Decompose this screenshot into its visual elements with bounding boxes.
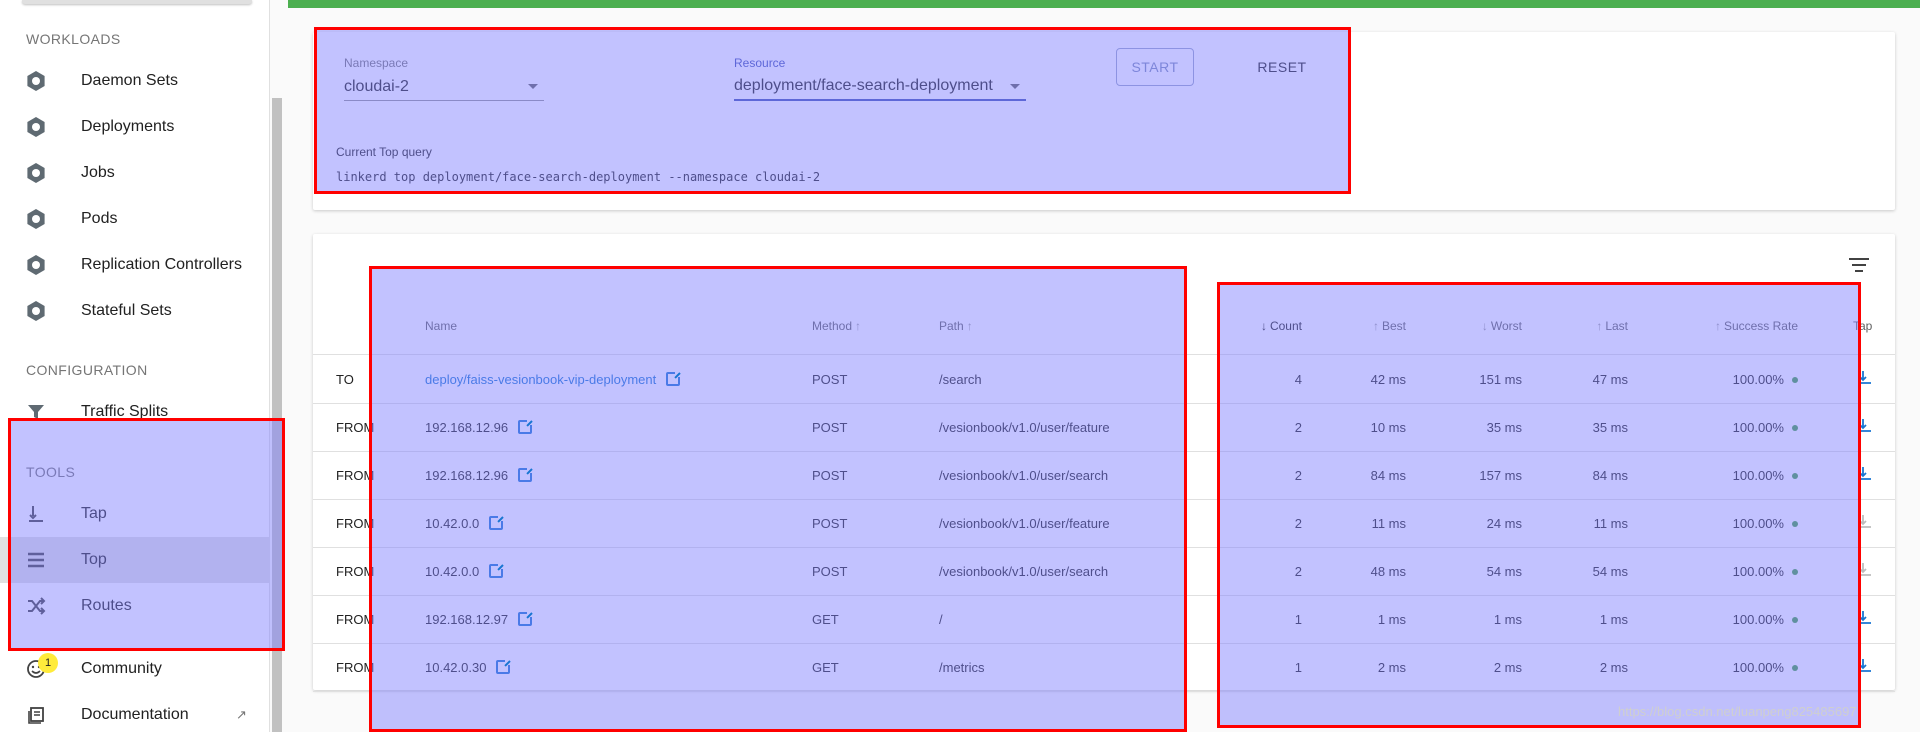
highlight-box-query bbox=[314, 27, 1351, 194]
book-icon bbox=[25, 704, 47, 726]
sidebar-item-replication-controllers[interactable]: Replication Controllers bbox=[0, 242, 270, 288]
sidebar-item-jobs[interactable]: Jobs bbox=[0, 150, 270, 196]
sidebar-item-label: Jobs bbox=[81, 164, 115, 181]
replication-controllers-icon bbox=[25, 254, 47, 276]
section-label-configuration: CONFIGURATION bbox=[26, 362, 148, 378]
sidebar-item-label: Replication Controllers bbox=[81, 256, 242, 273]
sidebar-item-stateful-sets[interactable]: Stateful Sets bbox=[0, 288, 270, 334]
sidebar-top-card-edge bbox=[22, 0, 252, 4]
sidebar-item-deployments[interactable]: Deployments bbox=[0, 104, 270, 150]
sidebar-item-label: Documentation bbox=[81, 706, 189, 723]
sidebar-item-daemon-sets[interactable]: Daemon Sets bbox=[0, 58, 270, 104]
highlight-box-tools bbox=[8, 418, 285, 651]
community-badge: 1 bbox=[38, 653, 58, 673]
deployments-icon bbox=[25, 116, 47, 138]
sidebar-item-label: Stateful Sets bbox=[81, 302, 172, 319]
watermark: https://blog.csdn.net/luanpeng825485697 bbox=[1618, 704, 1857, 719]
daemon-sets-icon bbox=[25, 70, 47, 92]
section-label-workloads: WORKLOADS bbox=[26, 31, 121, 47]
pods-icon bbox=[25, 208, 47, 230]
stateful-sets-icon bbox=[25, 300, 47, 322]
sidebar-item-label: Daemon Sets bbox=[81, 72, 178, 89]
highlight-box-metrics bbox=[1217, 282, 1861, 728]
sidebar-item-label: Deployments bbox=[81, 118, 175, 135]
highlight-box-name-method-path bbox=[369, 266, 1187, 732]
status-bar bbox=[288, 0, 1920, 8]
jobs-icon bbox=[25, 162, 47, 184]
sidebar-item-label: Community bbox=[81, 660, 162, 677]
row-direction: TO bbox=[336, 372, 354, 387]
filter-icon[interactable] bbox=[1849, 258, 1869, 274]
sidebar-item-label: Pods bbox=[81, 210, 118, 227]
external-link-icon: ↗ bbox=[236, 707, 247, 722]
sidebar-item-documentation[interactable]: Documentation ↗ bbox=[0, 692, 270, 732]
sidebar-item-pods[interactable]: Pods bbox=[0, 196, 270, 242]
